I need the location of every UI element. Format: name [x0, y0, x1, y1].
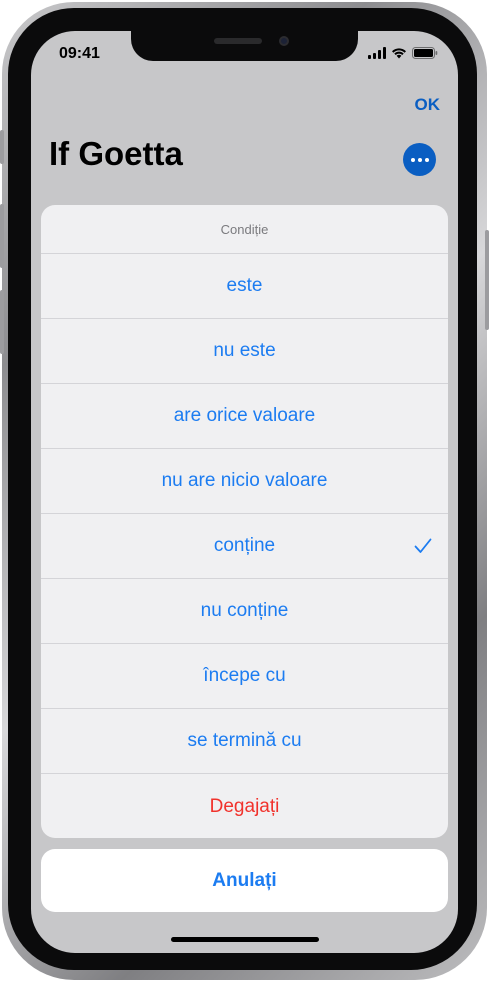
option-label: are orice valoare [173, 405, 316, 426]
wifi-icon [392, 48, 406, 59]
clear-label: Degajați [209, 795, 280, 817]
option-label: se termină cu [187, 730, 302, 751]
signal-icon [368, 47, 386, 59]
option-nu-este[interactable]: nu este [41, 319, 448, 384]
status-time: 09:41 [59, 45, 100, 62]
condition-action-sheet: Condiție este nu este are orice valoare … [41, 205, 448, 838]
clear-button[interactable]: Degajați [41, 774, 448, 838]
volume-up-button [0, 204, 4, 268]
checkmark-icon [414, 538, 432, 553]
option-nu-contine[interactable]: nu conține [41, 579, 448, 644]
option-label: este [226, 275, 263, 296]
option-incepe-cu[interactable]: începe cu [41, 644, 448, 709]
speaker-grille [214, 38, 262, 44]
silent-switch [0, 130, 4, 164]
volume-down-button [0, 290, 4, 354]
option-se-termina-cu[interactable]: se termină cu [41, 709, 448, 774]
option-label: conține [213, 535, 276, 556]
option-label: nu conține [200, 600, 289, 621]
option-este[interactable]: este [41, 254, 448, 319]
cancel-label: Anulați [212, 869, 277, 891]
option-label: nu are nicio valoare [161, 470, 328, 491]
option-label: începe cu [203, 665, 286, 686]
option-label: nu este [213, 340, 276, 361]
notch [131, 31, 358, 61]
option-are-orice-valoare[interactable]: are orice valoare [41, 384, 448, 449]
status-icons [368, 47, 438, 59]
more-button[interactable] [403, 143, 436, 176]
ok-button[interactable]: OK [415, 95, 441, 115]
page-title: If Goetta [49, 135, 183, 172]
front-camera [279, 36, 289, 46]
power-button [485, 230, 489, 330]
screen: 09:41 OK If Goetta Condiție este nu este… [31, 31, 458, 953]
option-contine[interactable]: conține [41, 514, 448, 579]
home-indicator[interactable] [171, 937, 319, 942]
sheet-title: Condiție [41, 205, 448, 254]
ellipsis-icon [410, 157, 415, 162]
cancel-button[interactable]: Anulați [41, 849, 448, 912]
battery-icon [412, 47, 438, 59]
option-nu-are-nicio-valoare[interactable]: nu are nicio valoare [41, 449, 448, 514]
